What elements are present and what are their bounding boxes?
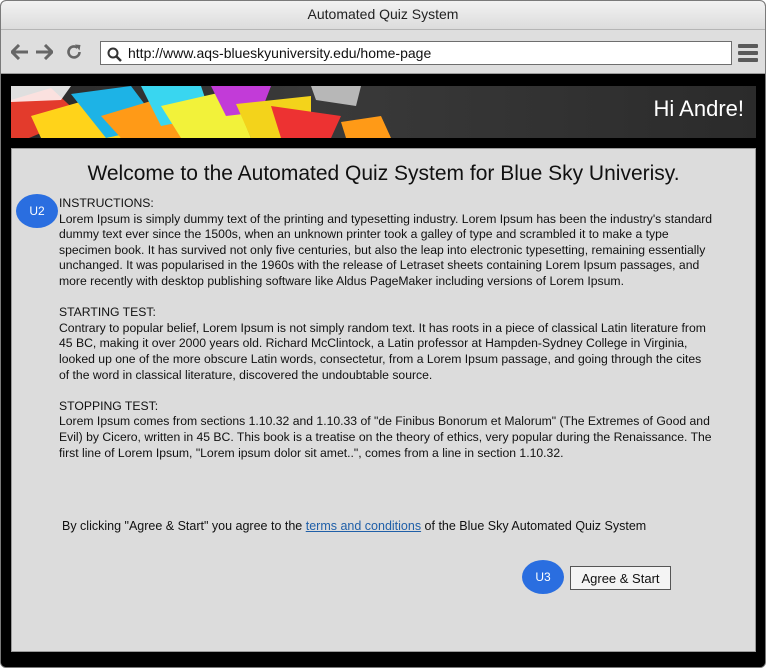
instruction-sections: INSTRUCTIONS: Lorem Ipsum is simply dumm… [59, 196, 714, 477]
hamburger-menu-icon[interactable] [738, 44, 758, 62]
agreement-prefix: By clicking "Agree & Start" you agree to… [62, 519, 306, 533]
page-title: Welcome to the Automated Quiz System for… [87, 162, 680, 185]
address-bar[interactable]: http://www.aqs-blueskyuniversity.edu/hom… [100, 41, 732, 65]
page-viewport: Hi Andre! Welcome to the Automated Quiz … [1, 75, 765, 667]
section-label: STOPPING TEST: [59, 398, 159, 413]
reload-icon[interactable] [64, 42, 84, 62]
annotation-badge-u3: U3 [522, 560, 564, 594]
browser-toolbar: http://www.aqs-blueskyuniversity.edu/hom… [1, 30, 765, 74]
section-body: Lorem Ipsum comes from sections 1.10.32 … [59, 414, 712, 460]
terms-link[interactable]: terms and conditions [306, 519, 421, 533]
agree-start-button[interactable]: Agree & Start [570, 566, 671, 590]
forward-arrow-icon[interactable] [34, 42, 54, 62]
stopping-test-section: STOPPING TEST: Lorem Ipsum comes from se… [59, 399, 714, 461]
back-arrow-icon[interactable] [10, 42, 30, 62]
search-icon [107, 46, 122, 68]
annotation-badge-u2: U2 [16, 194, 58, 228]
starting-test-section: STARTING TEST: Contrary to popular belie… [59, 305, 714, 383]
header-banner: Hi Andre! [11, 86, 756, 138]
section-label: INSTRUCTIONS: [59, 196, 154, 210]
url-text: http://www.aqs-blueskyuniversity.edu/hom… [128, 45, 432, 61]
section-body: Contrary to popular belief, Lorem Ipsum … [59, 320, 706, 382]
agreement-notice: By clicking "Agree & Start" you agree to… [62, 519, 646, 533]
browser-window: Automated Quiz System http://www.aqs-blu… [0, 0, 766, 668]
user-greeting: Hi Andre! [653, 96, 745, 121]
section-body: Lorem Ipsum is simply dummy text of the … [59, 211, 713, 288]
section-label: STARTING TEST: [59, 305, 156, 320]
main-content-panel: Welcome to the Automated Quiz System for… [11, 148, 756, 652]
window-title: Automated Quiz System [1, 1, 765, 30]
agreement-suffix: of the Blue Sky Automated Quiz System [421, 519, 647, 533]
instructions-section: INSTRUCTIONS: Lorem Ipsum is simply dumm… [59, 196, 714, 290]
banner-image [11, 86, 391, 138]
